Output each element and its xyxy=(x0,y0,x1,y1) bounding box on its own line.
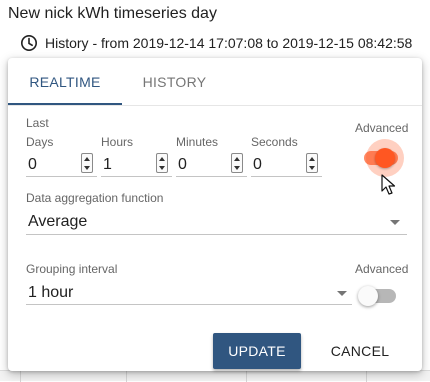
minutes-input[interactable]: 0 xyxy=(178,156,187,174)
hours-input[interactable]: 1 xyxy=(103,156,112,174)
seconds-input[interactable]: 0 xyxy=(253,156,262,174)
timewindow-tabs: REALTIME HISTORY xyxy=(8,58,422,106)
minutes-underline xyxy=(176,176,247,177)
hours-label: Hours xyxy=(101,135,134,149)
dropdown-caret-icon xyxy=(390,220,400,225)
aggregation-select[interactable]: Average xyxy=(28,213,87,231)
minutes-label: Minutes xyxy=(176,135,219,149)
seconds-label: Seconds xyxy=(251,135,298,149)
seconds-underline xyxy=(251,176,322,177)
widget-title: New nick kWh timeseries day xyxy=(8,5,217,22)
hours-stepper[interactable] xyxy=(156,153,168,173)
timewindow-summary[interactable]: History - from 2019-12-14 17:07:08 to 20… xyxy=(20,33,412,53)
grouping-advanced-label: Advanced xyxy=(355,262,409,276)
update-button[interactable]: UPDATE xyxy=(213,333,301,369)
toggle-thumb xyxy=(358,286,378,306)
timewindow-label: History - from 2019-12-14 17:07:08 to 20… xyxy=(45,35,413,51)
advanced-realtime-toggle[interactable] xyxy=(360,136,410,177)
last-label: Last xyxy=(26,116,49,130)
tab-history[interactable]: HISTORY xyxy=(122,58,227,106)
toggle-thumb xyxy=(375,148,395,168)
days-underline xyxy=(26,176,97,177)
grouping-advanced-toggle[interactable] xyxy=(358,284,400,308)
days-input[interactable]: 0 xyxy=(28,156,37,174)
grouping-underline xyxy=(26,304,352,305)
advanced-label: Advanced xyxy=(355,121,409,135)
chart-grid-strip xyxy=(0,370,430,382)
grouping-label: Grouping interval xyxy=(26,262,118,276)
clock-icon xyxy=(20,34,38,52)
days-stepper[interactable] xyxy=(81,153,93,173)
mouse-pointer-icon xyxy=(381,174,396,195)
grouping-select[interactable]: 1 hour xyxy=(28,284,73,302)
active-tab-indicator xyxy=(8,103,122,105)
cancel-button[interactable]: CANCEL xyxy=(320,333,400,369)
seconds-stepper[interactable] xyxy=(306,153,318,173)
aggregation-label: Data aggregation function xyxy=(26,191,164,205)
tab-realtime[interactable]: REALTIME xyxy=(8,58,122,106)
minutes-stepper[interactable] xyxy=(231,153,243,173)
aggregation-underline xyxy=(26,234,407,235)
timewindow-panel: REALTIME HISTORY Last Advanced Days 0 Ho… xyxy=(8,58,422,371)
dropdown-caret-icon xyxy=(337,291,347,296)
hours-underline xyxy=(101,176,172,177)
days-label: Days xyxy=(26,135,54,149)
